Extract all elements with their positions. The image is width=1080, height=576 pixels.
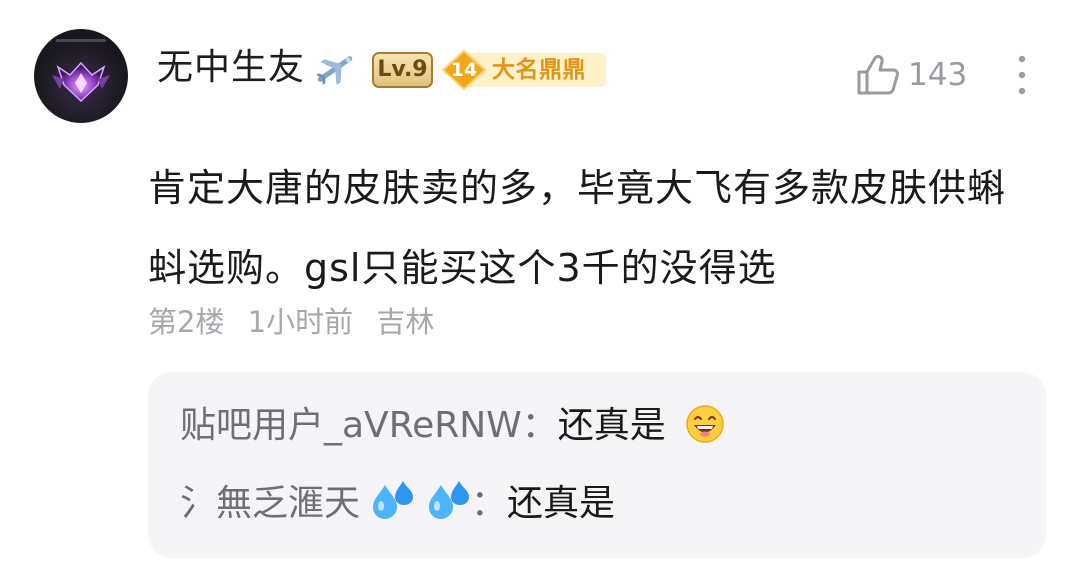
comment-text: 肯定大唐的皮肤卖的多，毕竟大飞有多款皮肤供蝌 蚪选购。gsl只能买这个3千的没得…	[148, 148, 1048, 308]
thumbs-up-icon[interactable]	[856, 54, 900, 96]
reply-author[interactable]: 贴吧用户_aVReRNW	[180, 405, 522, 446]
rank-badge[interactable]: 14 大名鼎鼎	[442, 50, 606, 90]
sweat-droplets-emoji-icon	[428, 481, 469, 519]
reply-author[interactable]: 氵無乏滙天	[180, 483, 360, 524]
sweat-droplets-emoji-icon	[373, 481, 414, 519]
rank-number: 14	[450, 59, 478, 81]
level-badge[interactable]: Lv.9	[372, 52, 433, 88]
reply-item[interactable]: 贴吧用户_aVReRNW：还真是	[180, 402, 725, 450]
reply-text: 还真是	[506, 483, 615, 524]
reply-separator: ：	[521, 405, 558, 446]
reply-separator: ：	[470, 483, 507, 524]
more-options-icon[interactable]	[1010, 53, 1034, 97]
comment-line: 肯定大唐的皮肤卖的多，毕竟大飞有多款皮肤供蝌	[148, 166, 1007, 210]
rank-title: 大名鼎鼎	[492, 57, 586, 83]
reply-item[interactable]: 氵無乏滙天 ：还真是	[180, 480, 615, 528]
grinning-face-emoji-icon	[686, 405, 725, 443]
reply-text: 还真是	[557, 405, 666, 446]
comment-line: 蚪选购。gsl只能买这个3千的没得选	[148, 246, 777, 290]
post-location: 吉林	[376, 305, 435, 339]
reply-list[interactable]: 贴吧用户_aVReRNW：还真是 氵無乏滙天 ：还真是	[148, 372, 1046, 558]
comment-card: 无中生友 Lv.9 14 大名鼎鼎 143 肯定大唐的皮肤卖的多，毕竟大飞有多款…	[0, 0, 1080, 576]
comment-meta: 第2楼 1小时前 吉林	[148, 302, 448, 342]
rank-emblem-icon	[52, 39, 110, 103]
floor-number: 第2楼	[148, 305, 225, 339]
like-count: 143	[908, 57, 968, 93]
airplane-icon	[315, 56, 353, 86]
avatar[interactable]	[34, 29, 128, 123]
post-time: 1小时前	[247, 305, 354, 339]
username[interactable]: 无中生友	[157, 44, 305, 92]
